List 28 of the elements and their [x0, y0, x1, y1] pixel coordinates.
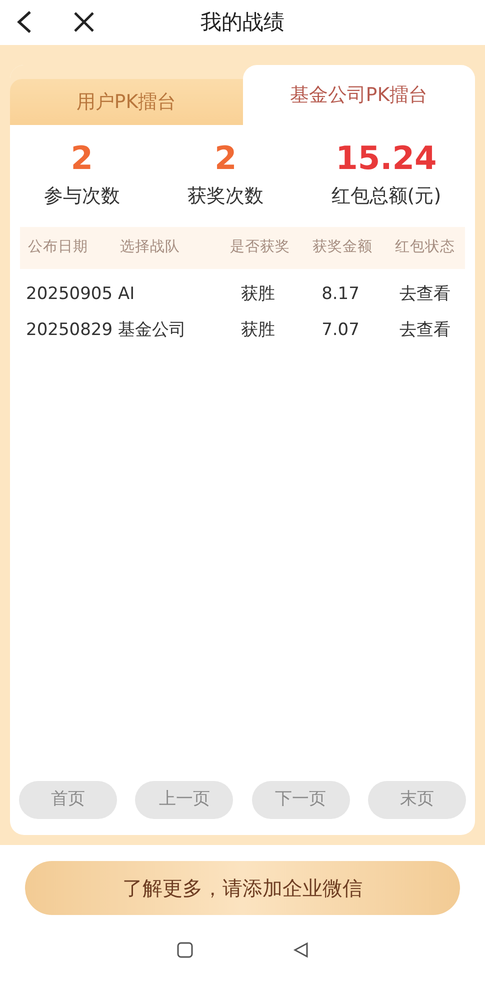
page-title: 我的战绩: [200, 8, 284, 36]
add-wechat-button[interactable]: 了解更多，请添加企业微信: [25, 861, 460, 915]
table-cell-text: 7.07: [320, 318, 360, 342]
table-cell-text: 20250905: [25, 282, 114, 306]
table-cell-text: 获胜: [240, 282, 276, 306]
stat-value: 2: [70, 141, 93, 176]
tab[interactable]: 用户PK擂台: [10, 79, 242, 125]
column-header: 红包状态: [394, 238, 456, 257]
stat-value: 15.24: [336, 141, 437, 176]
stat-label: 获奖次数: [188, 184, 264, 210]
table-cell-text: 基金公司: [118, 318, 187, 342]
view-link[interactable]: 去查看: [383, 282, 467, 308]
table-cell-text: 获胜: [240, 318, 276, 342]
stat-value: 2: [214, 141, 237, 176]
table-cell-text: 20250829: [25, 318, 114, 342]
table-cell-text: 8.17: [320, 282, 360, 306]
table-cell-text: AI: [118, 282, 136, 306]
column-header: 是否获奖: [229, 238, 291, 257]
close-icon[interactable]: [72, 10, 96, 34]
stat-label: 参与次数: [44, 184, 120, 210]
column-header: 选择战队: [120, 238, 181, 257]
back-icon[interactable]: [292, 942, 308, 958]
column-header: 获奖金额: [312, 238, 374, 257]
stat-label: 红包总额(元): [331, 184, 442, 210]
view-link[interactable]: 去查看: [383, 318, 467, 344]
column-header: 公布日期: [27, 238, 89, 257]
home-icon[interactable]: [176, 942, 192, 958]
tab[interactable]: 基金公司PK擂台: [242, 65, 475, 125]
